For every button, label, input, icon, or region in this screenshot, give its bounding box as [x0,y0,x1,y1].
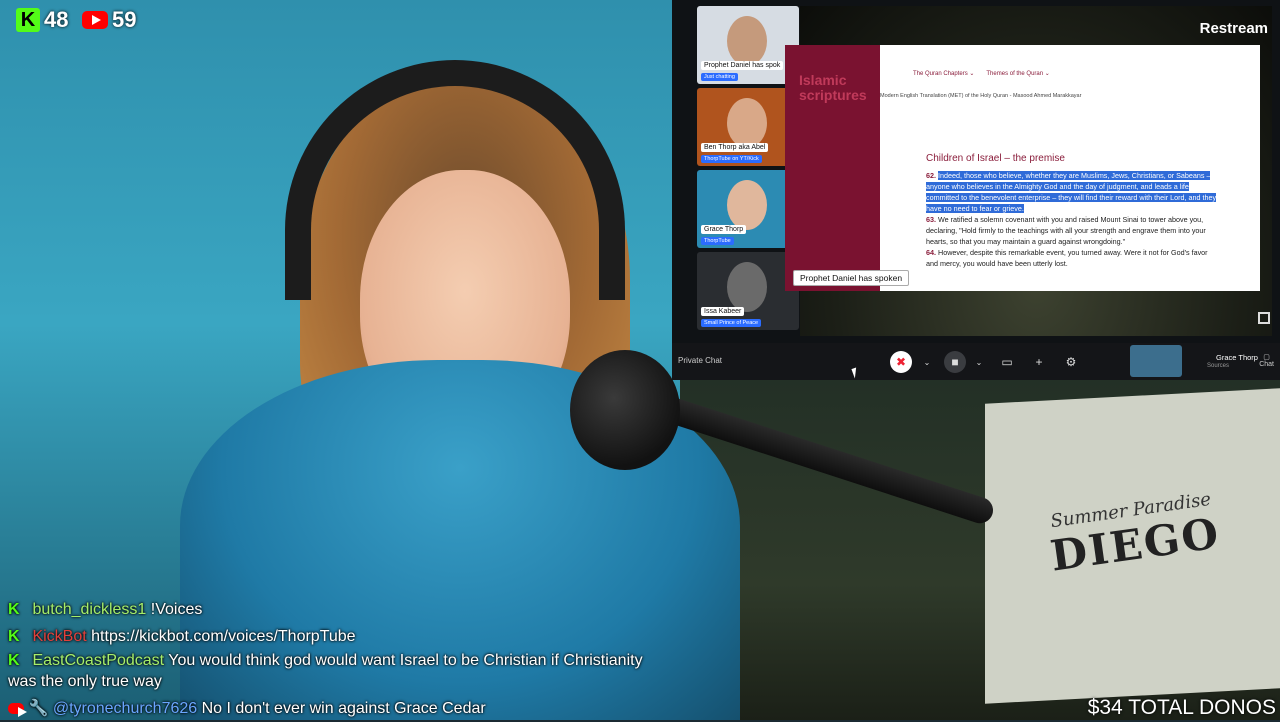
donation-total: $34 TOTAL DONOS [1087,696,1276,719]
chat-username: @tyronechurch7626 [52,700,198,717]
kick-badge-icon: K [8,652,20,669]
participant-video [727,98,767,148]
youtube-icon [82,11,108,29]
nav-themes[interactable]: Themes of the Quran ⌄ [986,70,1049,77]
screen-share-icon[interactable]: ▭ [996,351,1018,373]
participant-video [727,16,767,66]
chat-message: K EastCoastPodcast You would think god w… [8,650,648,692]
chat-overlay: K butch_dickless1 !Voices K KickBot http… [8,596,648,722]
participant-video [727,180,767,230]
kick-viewer-count: K 48 [16,6,68,34]
verse-number: 63. [926,215,936,224]
translation-title: Modern English Translation (MET) of the … [880,93,1082,99]
host-name: Grace Thorp [1216,353,1258,362]
participant-subtitle: ThorpTube on YT/Kick [701,155,762,163]
private-chat-button[interactable]: Private Chat [678,356,722,365]
kick-badge-icon: K [8,628,20,645]
youtube-badge-icon [8,703,27,718]
chat-username: butch_dickless1 [32,601,147,618]
nav-quran-chapters[interactable]: The Quran Chapters ⌄ [913,70,974,77]
youtube-viewer-count: 59 [82,6,136,34]
verse-64: However, despite this remarkable event, … [926,248,1208,268]
chat-username: EastCoastPodcast [32,652,165,669]
meeting-controls: Private Chat ✖ ⌄ ■ ⌄ ▭ + ⚙ Grace Thorp S… [672,343,1280,380]
verse-number: 62. [926,171,936,180]
participant-tile[interactable]: Ben Thorp aka Abel ThorpTube on YT/Kick [697,88,799,166]
chat-text: !Voices [150,601,203,618]
chat-username: KickBot [32,628,87,645]
participant-name: Grace Thorp [701,225,747,234]
verse-text: 62. Indeed, those who believe, whether t… [926,170,1218,269]
participant-name: Ben Thorp aka Abel [701,143,769,152]
fullscreen-icon[interactable] [1258,312,1270,324]
participant-avatar [727,262,767,312]
camera-icon[interactable]: ■ [944,351,966,373]
participant-name: Issa Kabeer [701,307,745,316]
mic-muted-icon[interactable]: ✖ [890,351,912,373]
speaker-banner: Prophet Daniel has spoken [793,270,910,286]
wrench-icon: 🔧 [28,700,49,717]
participant-name: Prophet Daniel has spok [701,61,784,70]
verse-62-selected: Indeed, those who believe, whether they … [926,171,1217,213]
verse-63: We ratified a solemn covenant with you a… [926,215,1206,246]
participant-subtitle: Just chatting [701,73,738,81]
participant-subtitle: ThorpTube [701,237,734,245]
section-heading: Children of Israel – the premise [926,153,1065,164]
youtube-viewers: 59 [112,7,137,32]
chat-text: https://kickbot.com/voices/ThorpTube [91,628,356,645]
chat-text: No I don't ever win against Grace Cedar [201,700,486,717]
chat-button[interactable]: ▢ Chat [1259,353,1274,368]
chevron-down-icon[interactable]: ⌄ [916,351,938,373]
chat-label: Chat [1259,361,1274,368]
site-nav: The Quran Chapters ⌄ Themes of the Quran… [913,70,1050,77]
site-logo: Islamic scriptures [799,72,867,103]
kick-viewers: 48 [44,7,69,32]
shared-screen: Islamic scriptures The Quran Chapters ⌄ … [785,45,1260,291]
chat-message: K butch_dickless1 !Voices [8,596,648,623]
participant-tile[interactable]: Prophet Daniel has spok Just chatting [697,6,799,84]
gear-icon[interactable]: ⚙ [1060,351,1082,373]
microphone [570,350,680,470]
chat-message: K KickBot https://kickbot.com/voices/Tho… [8,623,648,650]
chevron-down-icon[interactable]: ⌄ [968,351,990,373]
chat-message: 🔧 @tyronechurch7626 No I don't ever win … [8,695,648,722]
verse-number: 64. [926,248,936,257]
restream-watermark: Restream [1199,20,1268,37]
host-sources[interactable]: Sources [1207,363,1229,369]
participant-subtitle: Small Prince of Peace [701,319,762,327]
chat-icon: ▢ [1263,354,1270,361]
kick-icon: K [16,8,40,32]
site-sidebar: Islamic scriptures [785,45,880,291]
kick-badge-icon: K [8,601,20,618]
add-icon[interactable]: + [1028,351,1050,373]
participant-tile[interactable]: Issa Kabeer Small Prince of Peace [697,252,799,330]
participant-tile[interactable]: Grace Thorp ThorpTube [697,170,799,248]
host-preview[interactable] [1130,345,1182,377]
